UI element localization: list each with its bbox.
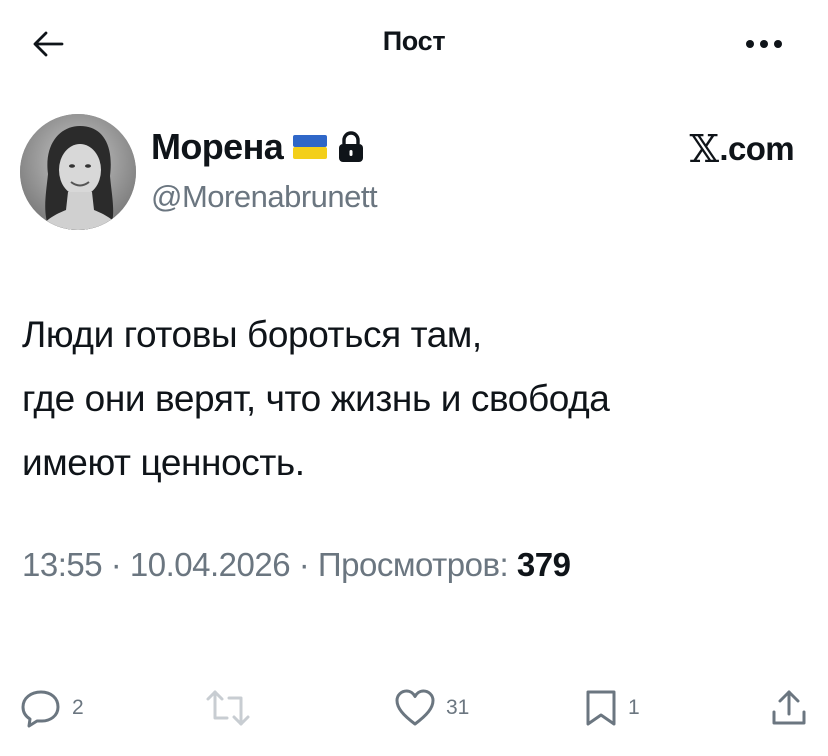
bookmark-icon [586, 690, 616, 726]
reply-count: 2 [72, 696, 84, 719]
post-text-line: имеют ценность. [22, 442, 305, 483]
avatar-photo [20, 114, 136, 230]
share-icon [772, 690, 806, 725]
meta-separator: · [102, 546, 130, 583]
meta-separator: · [290, 546, 318, 583]
author-name-row[interactable]: Морена [151, 125, 365, 169]
source-domain: .com [719, 130, 794, 167]
repost-icon [206, 690, 250, 726]
x-logo-icon: 𝕏 [689, 127, 719, 171]
like-button[interactable]: 31 [394, 683, 469, 733]
source-label: 𝕏 .com [689, 127, 794, 171]
avatar[interactable] [20, 114, 136, 230]
views-count[interactable]: 379 [517, 546, 571, 583]
share-button[interactable] [770, 683, 808, 733]
like-count: 31 [446, 696, 470, 719]
lock-icon [339, 131, 364, 162]
post-time: 13:55 [22, 546, 103, 583]
ukraine-flag-icon [293, 135, 328, 159]
post-date: 10.04.2026 [129, 546, 291, 583]
post-meta: 13:55 · 10.04.2026 · Просмотров: 379 [22, 546, 571, 584]
reply-icon [21, 690, 60, 728]
heart-icon [395, 689, 435, 726]
page-title: Пост [382, 26, 446, 56]
views-label: Просмотров: [317, 546, 509, 583]
display-name: Морена [151, 126, 284, 167]
more-dots-icon [746, 40, 782, 48]
more-options-button[interactable] [738, 24, 790, 64]
post-text-line: Люди готовы бороться там, [22, 314, 482, 355]
author-handle[interactable]: @Morenabrunett [151, 179, 378, 215]
post-text: Люди готовы бороться там, где они верят,… [22, 303, 812, 495]
bookmark-button[interactable]: 1 [584, 683, 640, 733]
repost-button[interactable] [205, 683, 261, 733]
reply-button[interactable]: 2 [20, 683, 84, 733]
post-text-line: где они верят, что жизнь и свобода [22, 378, 610, 419]
bookmark-count: 1 [628, 696, 640, 719]
